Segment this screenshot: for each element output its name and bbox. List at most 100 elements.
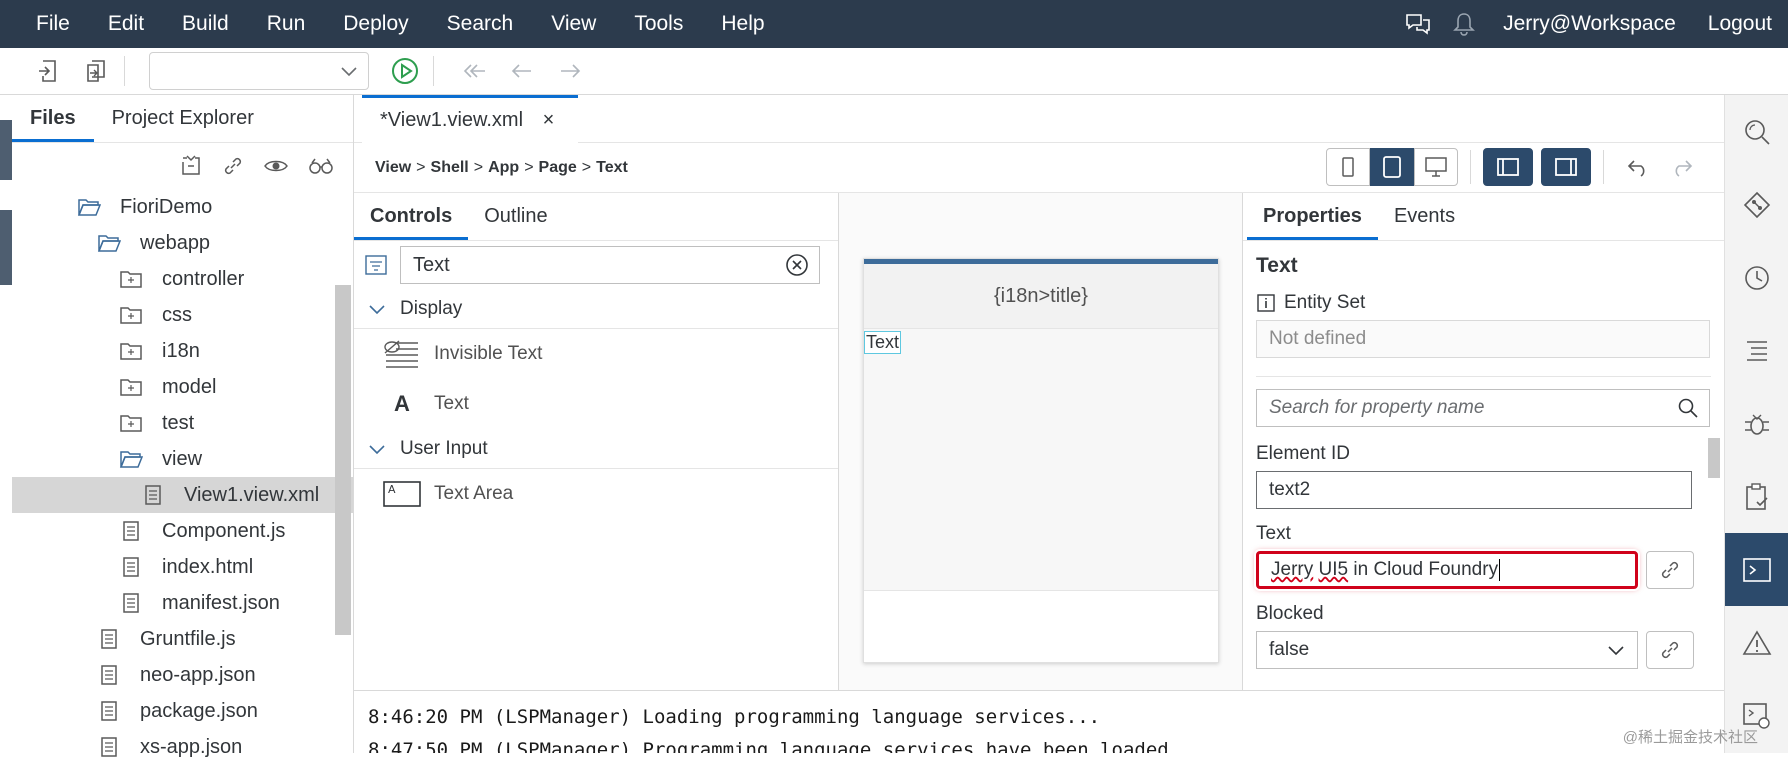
breadcrumb-item[interactable]: App xyxy=(488,159,519,177)
user-name[interactable]: Jerry@Workspace xyxy=(1487,12,1692,36)
breadcrumb-separator: > xyxy=(524,159,533,177)
collapse-all-icon[interactable] xyxy=(179,154,203,178)
group-user-input[interactable]: User Input xyxy=(354,429,838,469)
tree-item-neo-app-json[interactable]: neo-app.json xyxy=(12,657,353,693)
bind-text-button[interactable] xyxy=(1646,551,1694,589)
logout-link[interactable]: Logout xyxy=(1692,12,1788,36)
sidebar-search[interactable] xyxy=(1725,95,1788,168)
tree-item-fioridemo[interactable]: FioriDemo xyxy=(12,189,353,225)
sidebar-debugger[interactable] xyxy=(1725,387,1788,460)
sidebar-problems[interactable] xyxy=(1725,606,1788,679)
tree-item-i18n[interactable]: i18n xyxy=(12,333,353,369)
tree-item-component-js[interactable]: Component.js xyxy=(12,513,353,549)
tab-properties[interactable]: Properties xyxy=(1247,193,1378,240)
files-scrollbar[interactable] xyxy=(335,285,351,635)
tablet-view-button[interactable] xyxy=(1370,148,1414,186)
menu-file[interactable]: File xyxy=(0,0,89,48)
show-hidden-icon[interactable] xyxy=(263,156,289,176)
tree-item-xs-app-json[interactable]: xs-app.json xyxy=(12,729,353,765)
menu-tools[interactable]: Tools xyxy=(615,0,702,48)
menu-build[interactable]: Build xyxy=(163,0,248,48)
page-header[interactable]: {i18n>title} xyxy=(864,264,1218,329)
sidebar-outline[interactable] xyxy=(1725,314,1788,387)
group-display[interactable]: Display xyxy=(354,289,838,329)
filter-icon[interactable] xyxy=(364,254,388,276)
run-config-combo[interactable] xyxy=(149,52,369,90)
breadcrumb-item[interactable]: Text xyxy=(596,159,628,177)
menu-view[interactable]: View xyxy=(532,0,615,48)
tab-files[interactable]: Files xyxy=(12,95,94,142)
toolbar-separator xyxy=(124,56,125,86)
toggle-left-pane-button[interactable] xyxy=(1483,148,1533,186)
breadcrumb-item[interactable]: View xyxy=(375,159,411,177)
search-files-icon[interactable] xyxy=(307,156,335,176)
toggle-right-pane-button[interactable] xyxy=(1541,148,1591,186)
feedback-icon[interactable] xyxy=(1395,0,1441,48)
tree-item-test[interactable]: test xyxy=(12,405,353,441)
run-icon[interactable] xyxy=(387,53,423,89)
close-icon[interactable]: × xyxy=(543,109,555,131)
undo-icon[interactable] xyxy=(1616,148,1660,186)
file-icon xyxy=(118,592,144,614)
tab-controls[interactable]: Controls xyxy=(354,193,468,240)
menu-run[interactable]: Run xyxy=(248,0,325,48)
control-text-area[interactable]: A Text Area xyxy=(354,469,838,519)
tree-item-view[interactable]: view xyxy=(12,441,353,477)
breadcrumb-item[interactable]: Page xyxy=(539,159,577,177)
bug-icon xyxy=(1742,409,1772,439)
controls-search-input[interactable]: Text xyxy=(400,246,820,284)
tree-item-label: view xyxy=(162,448,202,471)
tree-item-css[interactable]: css xyxy=(12,297,353,333)
element-id-field[interactable]: text2 xyxy=(1256,471,1692,509)
menu-bar: File Edit Build Run Deploy Search View T… xyxy=(0,0,1788,48)
tree-item-view1-xml[interactable]: View1.view.xml xyxy=(12,477,353,513)
properties-scrollbar[interactable] xyxy=(1708,438,1720,478)
redo-icon[interactable] xyxy=(1660,148,1704,186)
tree-item-manifest-json[interactable]: manifest.json xyxy=(12,585,353,621)
menu-search[interactable]: Search xyxy=(428,0,533,48)
control-invisible-text[interactable]: Invisible Text xyxy=(354,329,838,379)
control-text[interactable]: A Text xyxy=(354,379,838,429)
export-icon[interactable] xyxy=(78,53,114,89)
right-sidebar xyxy=(1724,95,1788,753)
search-icon[interactable] xyxy=(1677,397,1699,419)
bind-blocked-button[interactable] xyxy=(1646,631,1694,669)
menu-deploy[interactable]: Deploy xyxy=(324,0,427,48)
back-icon[interactable] xyxy=(504,53,540,89)
editor-tab-view1[interactable]: *View1.view.xml × xyxy=(362,95,578,143)
notification-bell-icon[interactable] xyxy=(1441,0,1487,48)
file-icon xyxy=(96,628,122,650)
menu-edit[interactable]: Edit xyxy=(89,0,163,48)
tab-events[interactable]: Events xyxy=(1378,193,1471,240)
sidebar-console[interactable] xyxy=(1725,533,1788,606)
left-pane-icon xyxy=(1496,157,1520,177)
link-icon[interactable] xyxy=(221,154,245,178)
tree-item-webapp[interactable]: webapp xyxy=(12,225,353,261)
tree-item-label: test xyxy=(162,412,194,435)
text-value-field[interactable]: Jerry UI5 in Cloud Foundry xyxy=(1256,551,1638,589)
clear-icon[interactable] xyxy=(785,253,809,277)
property-search-input[interactable]: Search for property name xyxy=(1256,389,1710,427)
tree-item-controller[interactable]: controller xyxy=(12,261,353,297)
phone-view-button[interactable] xyxy=(1326,148,1370,186)
tree-item-label: package.json xyxy=(140,700,258,723)
tree-item-package-json[interactable]: package.json xyxy=(12,693,353,729)
desktop-view-button[interactable] xyxy=(1414,148,1458,186)
device-toggle-group xyxy=(1326,148,1704,186)
invisible-text-icon xyxy=(382,339,422,369)
import-icon[interactable] xyxy=(30,53,66,89)
tab-outline[interactable]: Outline xyxy=(468,193,563,240)
sidebar-git[interactable] xyxy=(1725,168,1788,241)
breadcrumb-item[interactable]: Shell xyxy=(431,159,469,177)
menu-help[interactable]: Help xyxy=(702,0,783,48)
tab-project-explorer[interactable]: Project Explorer xyxy=(94,95,272,142)
tree-item-gruntfile-js[interactable]: Gruntfile.js xyxy=(12,621,353,657)
undo-all-icon[interactable] xyxy=(456,53,492,89)
tree-item-model[interactable]: model xyxy=(12,369,353,405)
blocked-select[interactable]: false xyxy=(1256,631,1638,669)
sidebar-history[interactable] xyxy=(1725,241,1788,314)
forward-icon[interactable] xyxy=(552,53,588,89)
sidebar-tasks[interactable] xyxy=(1725,460,1788,533)
tree-item-index-html[interactable]: index.html xyxy=(12,549,353,585)
text-control[interactable]: Text xyxy=(864,331,901,354)
